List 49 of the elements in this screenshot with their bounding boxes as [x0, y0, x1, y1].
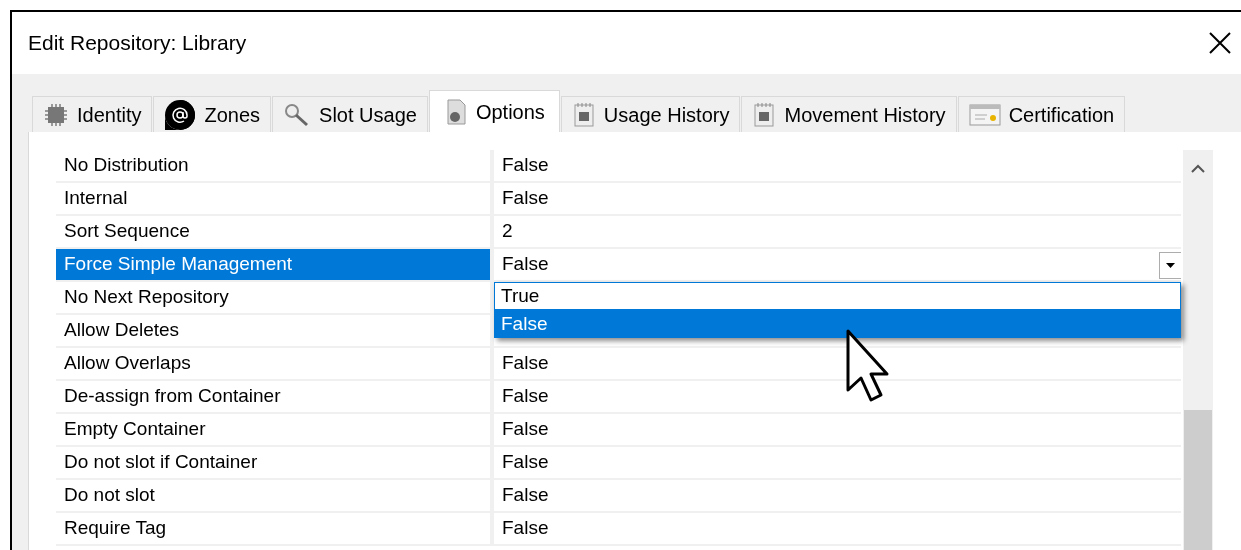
caret-icon — [1166, 263, 1175, 268]
property-value[interactable]: False — [502, 151, 549, 180]
certificate-icon — [968, 102, 1001, 127]
dropdown-option[interactable]: True — [494, 282, 1181, 310]
property-name[interactable]: Do not slot — [56, 480, 494, 511]
property-value[interactable]: False — [502, 448, 549, 477]
tab[interactable]: Usage History — [560, 96, 741, 132]
calendar-icon — [571, 101, 596, 128]
property-name[interactable]: Empty Container — [56, 414, 494, 445]
tab-label: Usage History — [603, 102, 730, 128]
property-value[interactable]: False — [502, 415, 549, 444]
window-title: Edit Repository: Library — [28, 30, 247, 57]
property-name[interactable]: De-assign from Container — [56, 381, 494, 412]
property-name[interactable]: No Distribution — [56, 150, 494, 181]
chip-icon — [43, 102, 69, 127]
property-name[interactable]: Allow Overlaps — [56, 348, 494, 379]
scrollbar-thumb[interactable] — [1184, 410, 1212, 550]
tab-label: Movement History — [784, 102, 946, 128]
at-sign-icon — [164, 98, 197, 131]
tab[interactable]: Movement History — [741, 96, 957, 132]
tab[interactable]: Zones — [153, 96, 272, 132]
property-value[interactable]: False — [502, 184, 549, 213]
property-value[interactable]: False — [502, 481, 549, 510]
dropdown-option[interactable]: False — [494, 310, 1181, 338]
tab-label: Identity — [77, 102, 142, 128]
dropdown-button[interactable] — [1159, 252, 1181, 279]
tab[interactable]: Slot Usage — [272, 96, 428, 132]
property-value[interactable]: False — [502, 349, 549, 378]
tab-label: Options — [475, 99, 545, 125]
tab-label: Certification — [1008, 102, 1115, 128]
property-name[interactable]: Force Simple Management — [56, 249, 494, 280]
property-name[interactable]: Allow Deletes — [56, 315, 494, 346]
close-icon[interactable] — [1209, 32, 1231, 54]
tab[interactable]: Identity — [32, 96, 153, 132]
property-value[interactable]: False — [502, 514, 549, 543]
tab[interactable]: Options — [428, 90, 560, 132]
scroll-up-icon[interactable] — [1191, 164, 1205, 174]
property-name[interactable]: No Next Repository — [56, 282, 494, 313]
property-name[interactable]: Internal — [56, 183, 494, 214]
scrollbar[interactable] — [1183, 150, 1213, 550]
tab-label: Slot Usage — [319, 102, 417, 128]
property-name[interactable]: Do not slot if Container — [56, 447, 494, 478]
property-value[interactable]: False — [502, 250, 549, 279]
calendar-icon — [752, 101, 777, 128]
property-value[interactable]: 2 — [502, 217, 513, 246]
tab-label: Zones — [204, 102, 261, 128]
tab[interactable]: Certification — [957, 96, 1126, 132]
property-value[interactable]: False — [502, 382, 549, 411]
property-name[interactable]: Require Tag — [56, 513, 494, 544]
